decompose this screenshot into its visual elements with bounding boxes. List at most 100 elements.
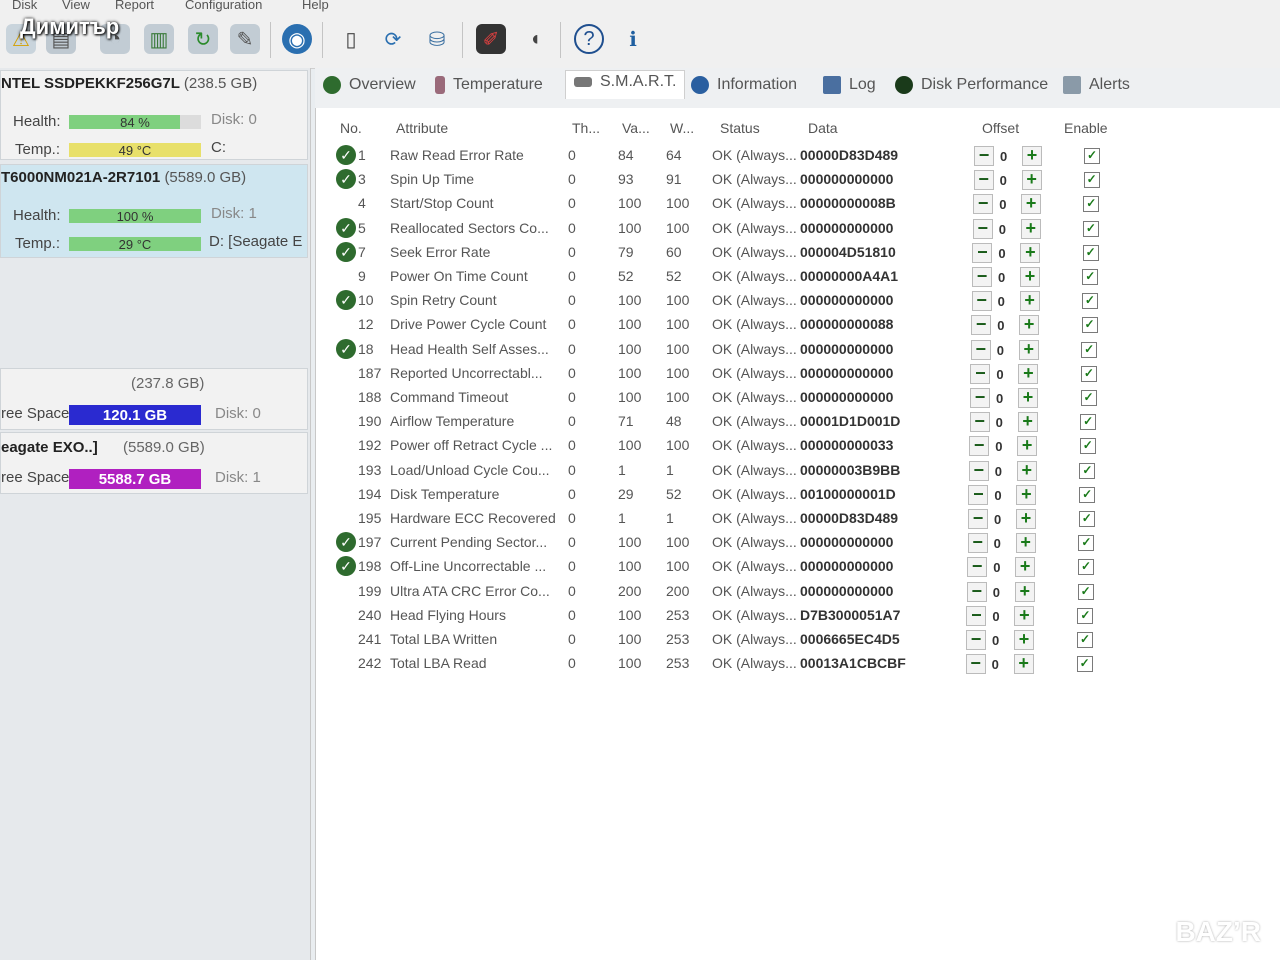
offset-value[interactable]: 0 xyxy=(992,657,999,672)
offset-decrement-button[interactable]: − xyxy=(974,146,994,166)
menu-disk[interactable]: Disk xyxy=(12,0,37,12)
column-enable[interactable]: Enable xyxy=(1064,120,1108,136)
tab-temperature[interactable]: Temperature xyxy=(435,76,543,94)
disk-chart-icon[interactable]: ▥ xyxy=(144,24,174,54)
offset-decrement-button[interactable]: − xyxy=(973,170,994,191)
enable-checkbox[interactable]: ✓ xyxy=(1082,220,1099,237)
column-no[interactable]: No. xyxy=(340,120,362,136)
table-row[interactable]: ✓ 1 Raw Read Error Rate 0 84 64 OK (Always... 0… xyxy=(334,144,1124,168)
table-row[interactable]: 242 Total LBA Read 0 100 253 OK (Always... 000… xyxy=(334,652,1124,676)
offset-decrement-button[interactable]: − xyxy=(968,509,988,529)
offset-decrement-button[interactable]: − xyxy=(968,460,989,481)
table-row[interactable]: 240 Head Flying Hours 0 100 253 OK (Always...… xyxy=(334,604,1124,628)
table-row[interactable]: 241 Total LBA Written 0 100 253 OK (Always...… xyxy=(334,628,1124,652)
help-icon[interactable]: ? xyxy=(574,24,604,54)
offset-decrement-button[interactable]: − xyxy=(971,291,992,312)
menu-configuration[interactable]: Configuration xyxy=(185,0,262,12)
volume-card[interactable]: eagate EXO..] (5589.0 GB) ree Space 5588… xyxy=(0,432,308,494)
column-threshold[interactable]: Th... xyxy=(572,120,600,136)
offset-increment-button[interactable]: + xyxy=(1015,533,1036,554)
enable-checkbox[interactable]: ✓ xyxy=(1078,511,1095,527)
enable-checkbox[interactable]: ✓ xyxy=(1077,632,1093,648)
offset-value[interactable]: 0 xyxy=(995,439,1002,454)
offset-decrement-button[interactable]: − xyxy=(970,339,991,360)
table-row[interactable]: 188 Command Timeout 0 100 100 OK (Always... 00… xyxy=(334,386,1124,410)
tab-information[interactable]: Information xyxy=(691,76,797,94)
offset-increment-button[interactable]: + xyxy=(1016,509,1036,529)
enable-checkbox[interactable]: ✓ xyxy=(1080,365,1097,382)
offset-increment-button[interactable]: + xyxy=(1014,581,1035,602)
table-row[interactable]: 9 Power On Time Count 0 52 52 OK (Always... 00… xyxy=(334,265,1124,289)
table-row[interactable]: 4 Start/Stop Count 0 100 100 OK (Always... 000… xyxy=(334,192,1124,216)
tab-smart[interactable]: S.M.A.R.T. xyxy=(565,70,686,99)
offset-value[interactable]: 0 xyxy=(996,391,1003,406)
offset-decrement-button[interactable]: − xyxy=(966,605,987,626)
enable-checkbox[interactable]: ✓ xyxy=(1083,196,1100,213)
enable-checkbox[interactable]: ✓ xyxy=(1080,414,1097,431)
globe-icon[interactable]: ◉ xyxy=(282,24,312,54)
table-row[interactable]: 187 Reported Uncorrectabl... 0 100 100 OK (Al… xyxy=(334,362,1124,386)
column-offset[interactable]: Offset xyxy=(982,120,1019,136)
speaker-icon[interactable]: ◖ xyxy=(520,24,550,54)
table-row[interactable]: 199 Ultra ATA CRC Error Co... 0 200 200 OK (A… xyxy=(334,580,1124,604)
table-row[interactable]: 194 Disk Temperature 0 29 52 OK (Always... 001… xyxy=(334,483,1124,507)
column-data[interactable]: Data xyxy=(808,120,838,136)
offset-increment-button[interactable]: + xyxy=(1016,484,1037,505)
menu-help[interactable]: Help xyxy=(302,0,329,12)
offset-value[interactable]: 0 xyxy=(996,367,1003,382)
column-value[interactable]: Va... xyxy=(622,120,650,136)
offset-increment-button[interactable]: + xyxy=(1022,146,1042,166)
refresh-icon[interactable]: ⟳ xyxy=(378,24,408,54)
table-row[interactable]: ✓ 3 Spin Up Time 0 93 91 OK (Always... 00000000… xyxy=(334,168,1124,192)
tab-alerts[interactable]: Alerts xyxy=(1063,76,1130,94)
tab-log[interactable]: Log xyxy=(823,76,876,94)
offset-decrement-button[interactable]: − xyxy=(967,533,988,554)
enable-checkbox[interactable]: ✓ xyxy=(1082,244,1099,261)
table-row[interactable]: ✓ 7 Seek Error Rate 0 79 60 OK (Always... 00000… xyxy=(334,241,1124,265)
enable-checkbox[interactable]: ✓ xyxy=(1080,390,1097,406)
offset-increment-button[interactable]: + xyxy=(1014,630,1034,650)
offset-value[interactable]: 0 xyxy=(995,464,1002,479)
offset-increment-button[interactable]: + xyxy=(1015,557,1036,578)
enable-checkbox[interactable]: ✓ xyxy=(1079,486,1096,503)
table-row[interactable]: ✓ 198 Off-Line Uncorrectable ... 0 100 100 OK … xyxy=(334,555,1124,579)
pencil-icon[interactable]: ✐ xyxy=(476,24,506,54)
enable-checkbox[interactable]: ✓ xyxy=(1082,269,1099,285)
offset-decrement-button[interactable]: − xyxy=(966,630,986,650)
device-card[interactable]: NTEL SSDPEKKF256G7L (238.5 GB) Health: 8… xyxy=(0,70,308,160)
offset-decrement-button[interactable]: − xyxy=(966,581,987,602)
enable-checkbox[interactable]: ✓ xyxy=(1076,656,1093,673)
offset-value[interactable]: 0 xyxy=(998,270,1005,285)
device-card[interactable]: T6000NM021A-2R7101 (5589.0 GB) Health: 1… xyxy=(0,164,308,258)
column-worst[interactable]: W... xyxy=(670,120,694,136)
offset-decrement-button[interactable]: − xyxy=(965,654,986,675)
offset-value[interactable]: 0 xyxy=(994,536,1001,551)
enable-checkbox[interactable]: ✓ xyxy=(1077,607,1094,624)
offset-value[interactable]: 0 xyxy=(1000,149,1007,164)
offset-increment-button[interactable]: + xyxy=(1020,267,1040,287)
table-row[interactable]: ✓ 197 Current Pending Sector... 0 100 100 OK (… xyxy=(334,531,1124,555)
table-row[interactable]: 190 Airflow Temperature 0 71 48 OK (Always...… xyxy=(334,410,1124,434)
offset-increment-button[interactable]: + xyxy=(1020,218,1041,239)
offset-increment-button[interactable]: + xyxy=(1021,170,1042,191)
offset-value[interactable]: 0 xyxy=(992,609,999,624)
offset-decrement-button[interactable]: − xyxy=(972,242,993,263)
offset-decrement-button[interactable]: − xyxy=(972,218,993,239)
offset-increment-button[interactable]: + xyxy=(1017,436,1038,457)
enable-checkbox[interactable]: ✓ xyxy=(1081,293,1098,310)
column-attribute[interactable]: Attribute xyxy=(396,120,448,136)
table-row[interactable]: ✓ 18 Head Health Self Asses... 0 100 100 OK (A… xyxy=(334,338,1124,362)
offset-value[interactable]: 0 xyxy=(993,585,1000,600)
menu-view[interactable]: View xyxy=(62,0,90,12)
offset-value[interactable]: 0 xyxy=(992,633,999,648)
offset-increment-button[interactable]: + xyxy=(1014,605,1035,626)
offset-decrement-button[interactable]: − xyxy=(970,363,991,384)
offset-value[interactable]: 0 xyxy=(1000,173,1007,188)
offset-decrement-button[interactable]: − xyxy=(967,557,988,578)
offset-decrement-button[interactable]: − xyxy=(968,484,989,505)
table-row[interactable]: 192 Power off Retract Cycle ... 0 100 100 OK … xyxy=(334,434,1124,458)
offset-decrement-button[interactable]: − xyxy=(969,412,990,433)
document-icon[interactable]: ▯ xyxy=(336,24,366,54)
enable-checkbox[interactable]: ✓ xyxy=(1079,462,1096,479)
offset-increment-button[interactable]: + xyxy=(1020,242,1041,263)
